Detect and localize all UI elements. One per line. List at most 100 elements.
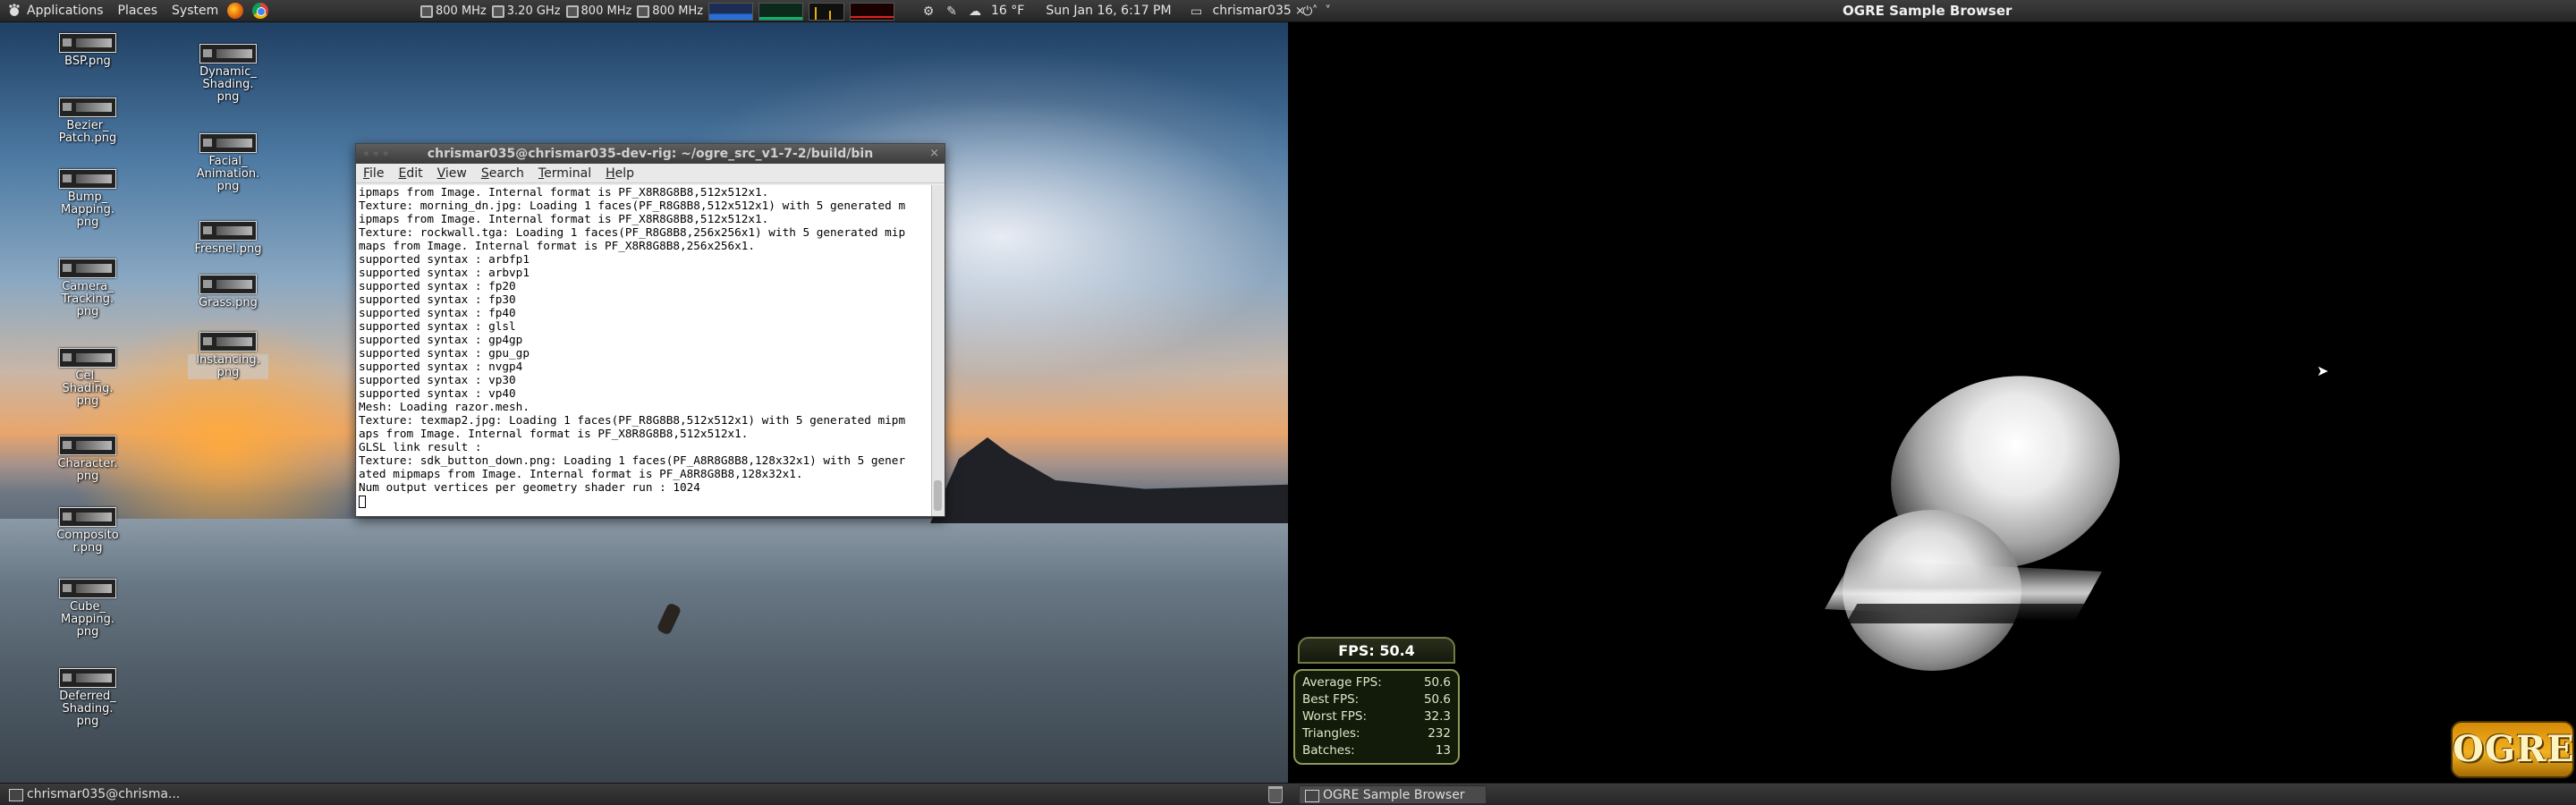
places-menu[interactable]: Places xyxy=(111,0,165,22)
wallpaper-headland xyxy=(930,437,1288,523)
cpu-chip-icon xyxy=(420,4,433,18)
firefox-icon[interactable] xyxy=(227,3,244,19)
desktop-icon-fresnel[interactable]: Fresnel.png xyxy=(188,221,268,256)
file-thumbnail-icon xyxy=(199,44,257,64)
terminal-titlebar[interactable]: ◦ ◦ ◦ chrismar035@chrismar035-dev-rig: ~… xyxy=(356,144,945,164)
file-thumbnail-icon xyxy=(59,97,116,117)
terminal-scrollbar[interactable] xyxy=(931,185,944,516)
terminal-line: Texture: rockwall.tga: Loading 1 faces(P… xyxy=(359,225,906,239)
menu-file[interactable]: File xyxy=(363,166,384,181)
volume-icon[interactable]: ✎ xyxy=(945,4,959,19)
cpu-chip-icon xyxy=(565,4,579,18)
desktop-icon-cube[interactable]: Cube_ Mapping. png xyxy=(47,579,128,639)
desktop-icon-bump[interactable]: Bump_ Mapping. png xyxy=(47,169,128,229)
weather-icon[interactable]: ☁ xyxy=(968,4,982,19)
menu-search[interactable]: Search xyxy=(481,166,524,181)
desktop-icon-camera[interactable]: Camera_ Tracking. png xyxy=(47,258,128,318)
trash-icon[interactable] xyxy=(1268,786,1283,803)
rendered-mesh-shadow xyxy=(1845,604,2126,623)
file-thumbnail-icon xyxy=(59,33,116,53)
memory-graph[interactable] xyxy=(758,2,804,21)
desktop-icon-facial[interactable]: Facial_ Animation. png xyxy=(188,133,268,193)
desktop-icon-character[interactable]: Character. png xyxy=(47,436,128,483)
load-graph[interactable] xyxy=(850,2,895,21)
desktop-icon-dynamic[interactable]: Dynamic_ Shading. png xyxy=(188,44,268,104)
system-label: System xyxy=(172,3,219,18)
weather-temp[interactable]: 16 °F xyxy=(991,0,1024,22)
file-thumbnail-icon xyxy=(59,258,116,278)
menu-edit[interactable]: Edit xyxy=(398,166,422,181)
user-name[interactable]: chrismar035 xyxy=(1213,0,1292,22)
cpu-freq-label: 800 MHz xyxy=(580,4,632,18)
close-icon[interactable]: × xyxy=(929,144,939,164)
cpu-freq-4[interactable]: 800 MHz xyxy=(637,0,703,22)
desktop-icon-label: Character. png xyxy=(57,457,118,483)
terminal-line: aps from Image. Internal format is PF_X8… xyxy=(359,427,749,440)
desktop-icon-deferred[interactable]: Deferred_ Shading. png xyxy=(47,668,128,728)
menu-help[interactable]: Help xyxy=(606,166,634,181)
window-menu-icon[interactable]: ◦ ◦ ◦ xyxy=(363,144,389,164)
network-icon[interactable]: ⚙ xyxy=(921,4,936,19)
stat-row: Triangles: 232 xyxy=(1302,725,1451,742)
stat-value: 50.6 xyxy=(1423,692,1451,707)
terminal-line: supported syntax : vp40 xyxy=(359,386,516,400)
file-thumbnail-icon xyxy=(199,221,257,241)
cpu-freq-2[interactable]: 3.20 GHz xyxy=(491,0,561,22)
terminal-line: supported syntax : vp30 xyxy=(359,373,516,386)
close-window-button[interactable]: × xyxy=(1295,0,1305,22)
stat-value: 50.6 xyxy=(1423,675,1451,690)
file-thumbnail-icon xyxy=(199,275,257,294)
desktop-icon-cel[interactable]: Cel_ Shading. png xyxy=(47,348,128,408)
terminal-line: Num output vertices per geometry shader … xyxy=(359,480,700,494)
applications-menu[interactable]: Applications xyxy=(0,0,111,22)
desktop-icon-bezier[interactable]: Bezier_ Patch.png xyxy=(47,97,128,145)
taskbar-terminal[interactable]: chrismar035@chrisma... xyxy=(4,785,209,804)
cpu-load-graph[interactable] xyxy=(708,2,754,21)
minimize-window-button[interactable]: ˅ xyxy=(1325,0,1331,22)
terminal-cursor xyxy=(359,495,366,508)
system-menu[interactable]: System xyxy=(165,0,275,22)
stat-row: Average FPS: 50.6 xyxy=(1302,674,1451,691)
terminal-line: supported syntax : fp30 xyxy=(359,292,516,306)
desktop-icon-label: Composito r.png xyxy=(56,529,119,555)
desktop-icon-grass[interactable]: Grass.png xyxy=(188,275,268,309)
desktop-icon-label: Bump_ Mapping. png xyxy=(61,191,114,229)
stat-value: 232 xyxy=(1428,726,1451,741)
terminal-line: ipmaps from Image. Internal format is PF… xyxy=(359,212,769,225)
chrome-icon[interactable] xyxy=(252,3,269,19)
stat-row: Batches: 13 xyxy=(1302,742,1451,759)
places-label: Places xyxy=(117,3,158,18)
terminal-line: supported syntax : nvgp4 xyxy=(359,360,523,373)
file-thumbnail-icon xyxy=(59,507,116,527)
cpu-freq-1[interactable]: 800 MHz xyxy=(420,0,487,22)
maximize-window-button[interactable]: ˄ xyxy=(1312,0,1318,22)
mouse-pointer-icon: ➤ xyxy=(2317,362,2329,379)
menu-view[interactable]: View xyxy=(437,166,467,181)
desktop-icon-label: Facial_ Animation. png xyxy=(196,155,260,193)
ogre-render-viewport[interactable]: ➤ xyxy=(1288,22,2576,783)
network-graph[interactable] xyxy=(809,2,845,21)
terminal-window[interactable]: ◦ ◦ ◦ chrismar035@chrismar035-dev-rig: ~… xyxy=(355,143,945,517)
file-thumbnail-icon xyxy=(59,169,116,189)
file-thumbnail-icon xyxy=(59,436,116,455)
fps-title: FPS: 50.4 xyxy=(1298,637,1455,664)
stat-row: Best FPS: 50.6 xyxy=(1302,691,1451,708)
stat-label: Triangles: xyxy=(1302,726,1360,741)
terminal-title: chrismar035@chrismar035-dev-rig: ~/ogre_… xyxy=(427,147,874,161)
desktop-icon-instancing[interactable]: Instancing. png xyxy=(188,332,268,379)
clock[interactable]: Sun Jan 16, 6:17 PM xyxy=(1046,0,1171,22)
menu-terminal[interactable]: Terminal xyxy=(538,166,591,181)
desktop-icon-bsp[interactable]: BSP.png xyxy=(47,33,128,68)
top-panel: Applications Places System 800 MHz 3.20 … xyxy=(0,0,2576,22)
desktop-icon-compositor[interactable]: Composito r.png xyxy=(47,507,128,555)
terminal-prompt[interactable] xyxy=(359,494,931,508)
scrollbar-thumb[interactable] xyxy=(934,480,942,511)
terminal-line: Mesh: Loading razor.mesh. xyxy=(359,400,530,413)
stat-label: Average FPS: xyxy=(1302,675,1382,690)
terminal-line: ated mipmaps from Image. Internal format… xyxy=(359,467,803,480)
desktop-icon-label: Deferred_ Shading. png xyxy=(59,690,116,728)
taskbar-ogre-sample-browser[interactable]: OGRE Sample Browser xyxy=(1299,785,1487,804)
cpu-freq-3[interactable]: 800 MHz xyxy=(565,0,632,22)
terminal-output[interactable]: ipmaps from Image. Internal format is PF… xyxy=(357,185,931,516)
terminal-line: Texture: texmap2.jpg: Loading 1 faces(PF… xyxy=(359,413,906,427)
